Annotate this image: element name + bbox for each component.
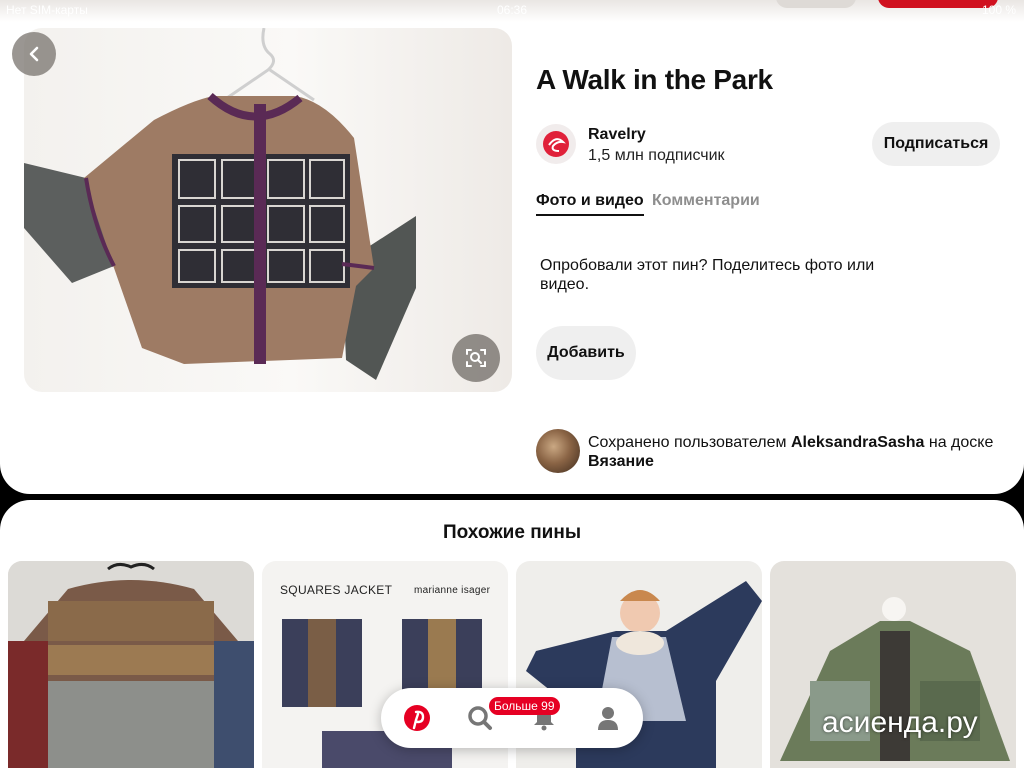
status-bar: Нет SIM-карты 06:36 100 %	[0, 0, 1024, 20]
ravelry-logo-icon	[543, 131, 569, 157]
add-photo-button[interactable]: Добавить	[536, 326, 636, 380]
profile-icon	[598, 707, 618, 730]
pin-2-label-brand: marianne isager	[414, 585, 491, 596]
clock: 06:36	[496, 3, 528, 17]
nav-profile[interactable]	[592, 702, 624, 734]
saved-by-line: Сохранено пользователем AleksandraSasha …	[588, 433, 1018, 471]
pin-detail-card: A Walk in the Park Ravelry 1,5 млн подпи…	[0, 0, 1024, 494]
chevron-left-icon	[29, 46, 39, 62]
battery-level: 100 %	[981, 3, 1016, 17]
pin-title: A Walk in the Park	[536, 64, 773, 95]
saved-by-middle: на доске	[928, 434, 994, 451]
similar-pin-1[interactable]	[8, 561, 254, 768]
saved-board[interactable]: Вязание	[588, 453, 654, 470]
pin-image[interactable]	[24, 28, 512, 392]
similar-pins-title: Похожие пины	[442, 522, 582, 543]
pin-2-label-title: SQUARES JACKET	[280, 583, 393, 597]
creator-followers: 1,5 млн подписчик	[588, 147, 725, 164]
pinterest-home-icon	[404, 705, 430, 731]
saved-by-user[interactable]: AleksandraSasha	[791, 434, 924, 451]
creator-avatar[interactable]	[536, 124, 576, 164]
lens-icon	[466, 349, 486, 367]
follow-button[interactable]: Подписаться	[872, 122, 1000, 166]
tab-photos-videos[interactable]: Фото и видео	[536, 192, 644, 216]
tried-prompt: Опробовали этот пин? Поделитесь фото или…	[540, 257, 875, 293]
watermark: асиенда.ру	[822, 706, 978, 739]
back-button[interactable]	[12, 32, 56, 76]
nav-home[interactable]	[401, 702, 433, 734]
creator-name[interactable]: Ravelry	[588, 126, 646, 144]
notification-badge: Больше 99	[489, 697, 560, 715]
visual-search-button[interactable]	[452, 334, 500, 382]
saved-by-prefix: Сохранено пользователем	[588, 434, 787, 451]
saver-avatar[interactable]	[536, 429, 580, 473]
tab-comments[interactable]: Комментарии	[652, 192, 760, 210]
